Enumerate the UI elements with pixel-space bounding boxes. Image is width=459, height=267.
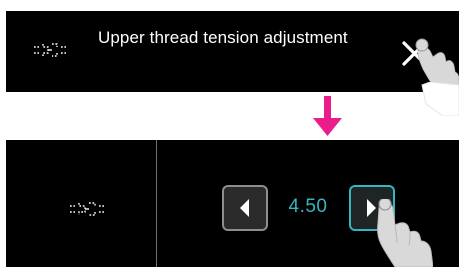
tension-stepper-panel: 4.50 xyxy=(6,140,459,267)
panel-divider xyxy=(156,140,157,267)
tension-value: 4.50 xyxy=(288,196,328,217)
decrease-tension-button[interactable] xyxy=(222,185,268,231)
thread-tension-icon xyxy=(34,43,66,57)
close-button[interactable] xyxy=(397,36,432,71)
down-arrow-icon xyxy=(313,96,342,136)
right-arrow-icon xyxy=(367,199,376,217)
upper-thread-tension-panel: Upper thread tension adjustment xyxy=(6,11,459,92)
thread-tension-icon xyxy=(70,202,104,216)
left-arrow-icon xyxy=(240,199,249,217)
tension-adjustment-instruction: Upper thread tension adjustment 4.50 xyxy=(0,0,459,267)
increase-tension-button[interactable] xyxy=(349,185,395,231)
close-icon xyxy=(402,41,427,66)
setting-title: Upper thread tension adjustment xyxy=(98,28,348,47)
